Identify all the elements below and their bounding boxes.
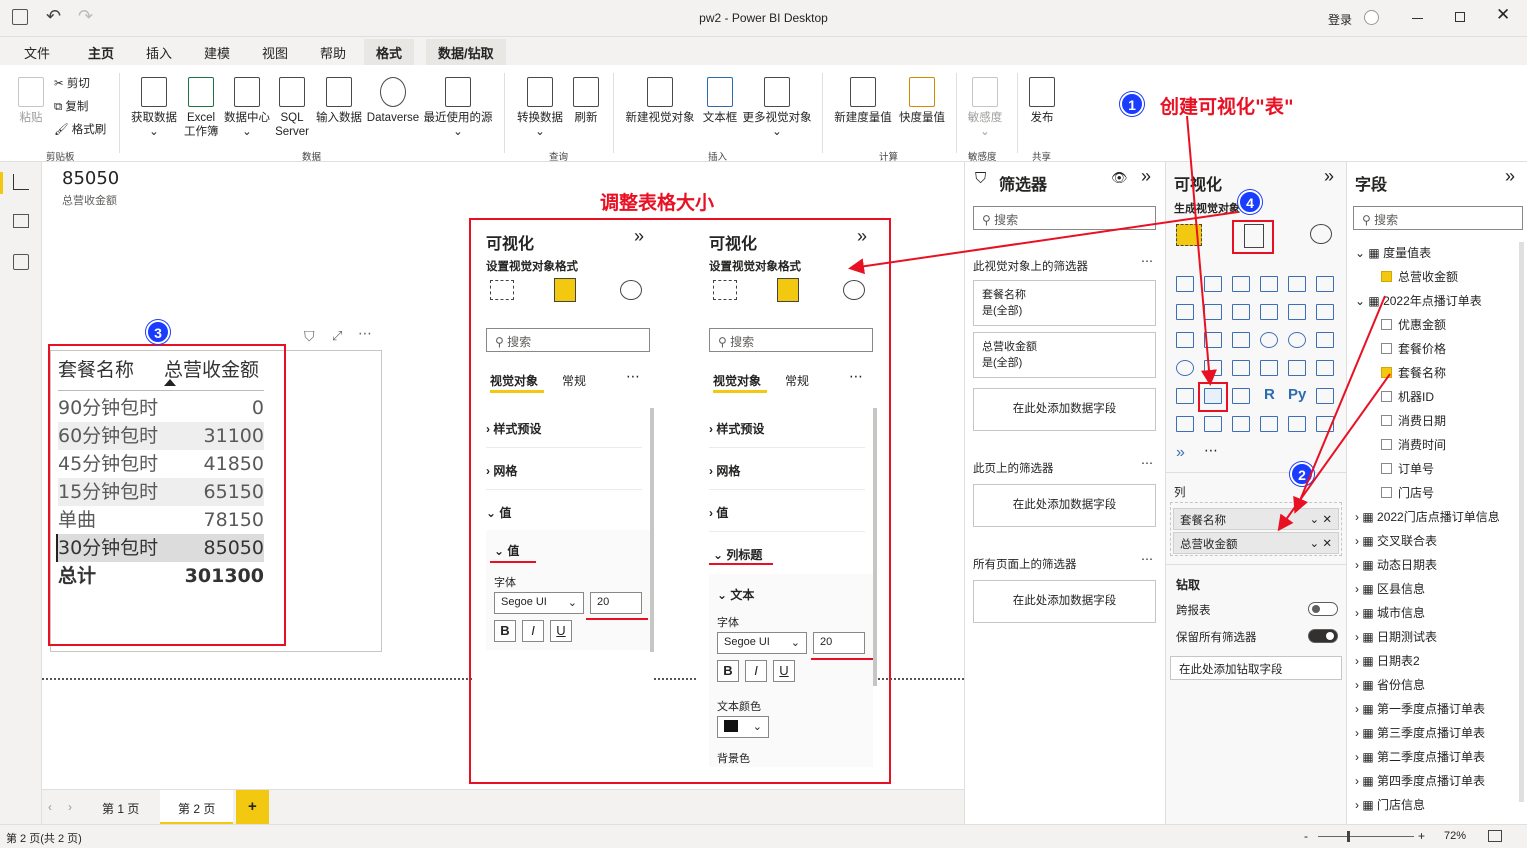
arrow-step4 [848, 211, 1239, 275]
arrow-step2a [1293, 295, 1386, 514]
arrow-step1 [1186, 115, 1217, 386]
annotation-arrows [848, 115, 1391, 532]
arrow-step2b [1277, 373, 1391, 532]
